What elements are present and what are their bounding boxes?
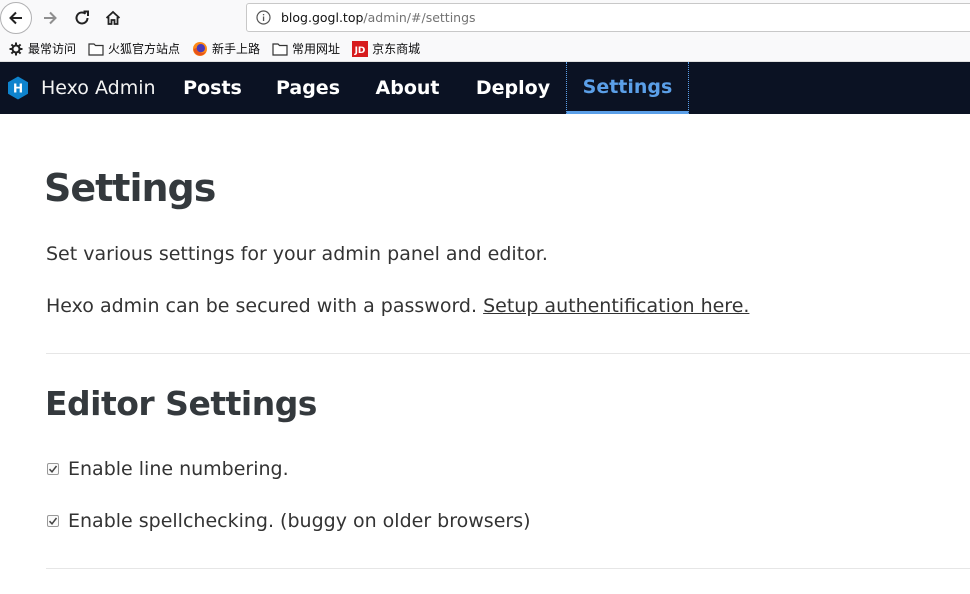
line-numbering-label: Enable line numbering.: [68, 458, 289, 480]
url-bar[interactable]: blog.gogl.top/admin/#/settings: [246, 3, 970, 32]
browser-toolbar: blog.gogl.top/admin/#/settings: [0, 0, 970, 36]
info-icon[interactable]: [256, 10, 271, 25]
firefox-icon: [192, 41, 208, 57]
jd-icon: JD: [352, 40, 369, 57]
url-path: /admin/#/settings: [363, 10, 476, 25]
intro-text: Set various settings for your admin pane…: [46, 243, 548, 265]
bookmark-common-sites[interactable]: 常用网址: [272, 38, 340, 60]
nav-settings[interactable]: Settings: [566, 62, 689, 114]
reload-button[interactable]: [66, 2, 98, 34]
logo-letter: H: [13, 82, 23, 96]
bookmarks-bar: 最常访问 火狐官方站点 新手上路 常用网址 JD 京东商城: [0, 36, 970, 62]
spellcheck-checkbox[interactable]: [47, 515, 59, 527]
nav-posts[interactable]: Posts: [170, 62, 255, 114]
app-navbar: H Hexo Admin Posts Pages About Deploy Se…: [0, 62, 970, 114]
bookmark-label: 新手上路: [212, 42, 261, 56]
bookmark-jd[interactable]: JD 京东商城: [352, 38, 420, 60]
reload-icon: [75, 10, 89, 25]
page-title: Settings: [44, 166, 216, 210]
editor-settings-title: Editor Settings: [45, 384, 317, 423]
gear-icon: [8, 41, 24, 57]
nav-about[interactable]: About: [360, 62, 455, 114]
back-arrow-icon: [9, 11, 22, 25]
bookmark-label: 最常访问: [28, 42, 77, 56]
line-numbering-checkbox[interactable]: [47, 463, 59, 475]
password-description: Hexo admin can be secured with a passwor…: [46, 295, 478, 317]
nav-deploy[interactable]: Deploy: [462, 62, 564, 114]
svg-text:JD: JD: [354, 46, 366, 56]
home-icon: [105, 10, 121, 25]
bookmark-label: 火狐官方站点: [108, 42, 181, 56]
folder-icon: [88, 41, 104, 57]
password-text: Hexo admin can be secured with a passwor…: [46, 295, 749, 317]
checkmark-icon: [48, 465, 58, 473]
brand-name: Hexo Admin: [41, 77, 156, 99]
url-text: blog.gogl.top/admin/#/settings: [281, 10, 476, 25]
bookmark-label: 常用网址: [292, 42, 341, 56]
divider: [46, 568, 970, 569]
bookmark-getting-started[interactable]: 新手上路: [192, 38, 260, 60]
brand[interactable]: H Hexo Admin: [0, 62, 156, 114]
spellcheck-option[interactable]: Enable spellchecking. (buggy on older br…: [47, 510, 531, 532]
spellcheck-label: Enable spellchecking. (buggy on older br…: [68, 510, 531, 532]
setup-auth-link[interactable]: Setup authentification here.: [483, 295, 749, 317]
hexo-logo-icon: H: [8, 76, 28, 100]
url-host: blog.gogl.top: [281, 10, 364, 25]
nav-pages[interactable]: Pages: [263, 62, 353, 114]
forward-button[interactable]: [34, 2, 66, 34]
forward-arrow-icon: [44, 11, 57, 25]
checkmark-icon: [48, 517, 58, 525]
bookmark-label: 京东商城: [372, 42, 421, 56]
home-button[interactable]: [97, 2, 129, 34]
bookmark-most-visited[interactable]: 最常访问: [8, 38, 76, 60]
divider: [46, 353, 970, 354]
bookmark-firefox-site[interactable]: 火狐官方站点: [88, 38, 180, 60]
line-numbering-option[interactable]: Enable line numbering.: [47, 458, 289, 480]
folder-icon: [272, 41, 288, 57]
back-button[interactable]: [0, 2, 32, 34]
